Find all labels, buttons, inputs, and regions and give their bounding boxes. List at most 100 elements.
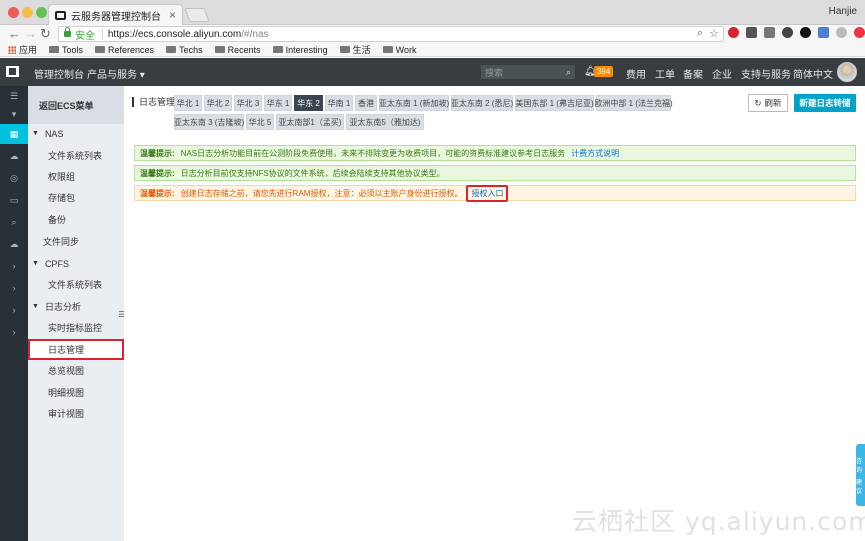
- back-arrow-icon[interactable]: ←: [8, 26, 21, 42]
- feedback-helper[interactable]: 咨询 建议: [856, 444, 865, 506]
- region-tab[interactable]: 华东 1: [264, 95, 292, 111]
- region-tab-active[interactable]: 华东 2: [294, 95, 323, 111]
- zoom-search-icon[interactable]: ⌕: [697, 27, 703, 40]
- new-tab-button[interactable]: [184, 8, 210, 22]
- nav-filing[interactable]: 备案: [683, 66, 703, 81]
- folder-icon: [272, 46, 283, 53]
- adblock-extension-icon[interactable]: [728, 27, 739, 38]
- rail-chevron-icon[interactable]: ›: [0, 278, 28, 298]
- create-log-dump-button[interactable]: 新建日志转储: [794, 94, 856, 112]
- console-logo-icon[interactable]: [6, 66, 19, 77]
- search-icon[interactable]: ⌕: [566, 67, 571, 78]
- bookmark-folder[interactable]: Interesting: [272, 45, 328, 55]
- extension-icon[interactable]: [746, 27, 757, 38]
- bookmark-folder[interactable]: Tools: [49, 45, 83, 55]
- console-search-input[interactable]: 搜索 ⌕: [481, 65, 575, 79]
- region-tab[interactable]: 华北 2: [204, 95, 232, 111]
- sidebar-item-permission-group[interactable]: 权限组: [28, 166, 124, 187]
- nav-support[interactable]: 支持与服务: [741, 66, 791, 81]
- sidebar-item-cpfs-fs-list[interactable]: 文件系统列表: [28, 274, 124, 295]
- bookmark-folder[interactable]: References: [95, 45, 154, 55]
- rail-search-icon[interactable]: ⌕: [0, 212, 28, 232]
- sidebar-item-nas[interactable]: ▼ NAS: [28, 123, 124, 144]
- caret-down-icon: ▼: [32, 130, 39, 137]
- tab-close-icon[interactable]: ×: [169, 8, 176, 22]
- browser-tab[interactable]: 云服务器管理控制台 ×: [48, 4, 183, 25]
- billing-link[interactable]: 计费方式说明: [571, 148, 619, 159]
- folder-icon: [382, 46, 393, 53]
- sidebar-item-audit-view[interactable]: 审计视图: [28, 403, 124, 424]
- extension-icon[interactable]: [854, 27, 865, 38]
- forward-arrow-icon[interactable]: →: [24, 26, 37, 42]
- nav-enterprise[interactable]: 企业: [712, 66, 732, 81]
- rail-chevron-icon[interactable]: ›: [0, 256, 28, 276]
- extension-icon[interactable]: [800, 27, 811, 38]
- reload-icon[interactable]: ↻: [40, 26, 51, 42]
- authorize-link[interactable]: 授权入口: [466, 184, 509, 202]
- lock-icon: [64, 27, 71, 37]
- sidebar-item-overview[interactable]: 总览视图: [28, 360, 124, 381]
- sidebar-item-storage-package[interactable]: 存储包: [28, 187, 124, 208]
- window-zoom-button[interactable]: [36, 7, 47, 18]
- url-input[interactable]: 安全 | https://ecs.console.aliyun.com /#/n…: [58, 26, 724, 42]
- region-tab[interactable]: 亚太东南 2 (悉尼): [451, 95, 513, 111]
- region-tab[interactable]: 亚太东南 3 (吉隆坡): [174, 114, 244, 130]
- rail-chevron-icon[interactable]: ›: [0, 322, 28, 342]
- nav-home[interactable]: 管理控制台: [34, 66, 84, 81]
- region-tab[interactable]: 亚太南部1（孟买): [276, 114, 344, 130]
- url-host: https://ecs.console.aliyun.com: [107, 28, 242, 40]
- region-tab[interactable]: 亚太东南5（雅加达): [346, 114, 424, 130]
- caret-down-icon: ▼: [32, 260, 39, 267]
- sidebar-item-detail-view[interactable]: 明细视图: [28, 382, 124, 403]
- refresh-button[interactable]: ↻ 刷新: [748, 94, 788, 112]
- region-tab[interactable]: 欧洲中部 1 (法兰克福): [594, 95, 673, 111]
- rail-network-icon[interactable]: ◎: [0, 168, 28, 188]
- bookmark-folder[interactable]: 生活: [339, 43, 371, 56]
- nav-products[interactable]: 产品与服务 ▾: [87, 66, 145, 81]
- bookmark-folder[interactable]: Recents: [214, 45, 261, 55]
- region-tab[interactable]: 华北 5: [246, 114, 274, 130]
- back-to-ecs-menu[interactable]: 返回ECS菜单: [28, 86, 124, 124]
- sidebar-item-cpfs[interactable]: ▼ CPFS: [28, 253, 124, 274]
- region-tab[interactable]: 华北 3: [234, 95, 262, 111]
- page-title: 日志管理: [132, 97, 175, 107]
- region-tab[interactable]: 美国东部 1 (弗吉尼亚): [515, 95, 594, 111]
- rail-grid-icon[interactable]: ▦: [0, 124, 28, 144]
- nav-fee[interactable]: 费用: [626, 66, 646, 81]
- window-minimize-button[interactable]: [22, 7, 33, 18]
- browser-tab-bar: 云服务器管理控制台 × Hanjie: [0, 0, 865, 25]
- browser-profile[interactable]: Hanjie: [829, 6, 857, 17]
- sidebar-item-backup[interactable]: 备份: [28, 209, 124, 230]
- avatar[interactable]: [837, 62, 857, 82]
- folder-icon: [214, 46, 225, 53]
- folder-icon: [95, 46, 106, 53]
- bookmark-folder[interactable]: Techs: [166, 45, 203, 55]
- rail-cloud-icon[interactable]: ☁: [0, 146, 28, 166]
- sidebar-item-log-management[interactable]: 日志管理: [28, 339, 124, 360]
- extension-icon[interactable]: [782, 27, 793, 38]
- region-tab[interactable]: 华南 1: [325, 95, 353, 111]
- sidebar-item-realtime-monitor[interactable]: 实时指标监控: [28, 317, 124, 338]
- region-tab[interactable]: 香港: [355, 95, 377, 111]
- nav-language[interactable]: 简体中文: [793, 66, 833, 81]
- translate-extension-icon[interactable]: [818, 27, 829, 38]
- sidebar-item-file-sync[interactable]: 文件同步: [28, 231, 124, 252]
- bookmark-apps[interactable]: 应用: [8, 43, 37, 56]
- rail-storage-icon[interactable]: ▭: [0, 190, 28, 210]
- region-tab[interactable]: 亚太东南 1 (新加坡): [379, 95, 449, 111]
- sidebar-item-log-analysis[interactable]: ▼ 日志分析: [28, 296, 124, 317]
- collapse-arrow-icon[interactable]: ▾: [0, 104, 28, 124]
- bookmark-star-icon[interactable]: ☆: [709, 27, 719, 40]
- folder-icon: [166, 46, 177, 53]
- region-tab[interactable]: 华北 1: [174, 95, 202, 111]
- rail-upload-icon[interactable]: ☁: [0, 234, 28, 254]
- window-close-button[interactable]: [8, 7, 19, 18]
- folder-icon: [49, 46, 60, 53]
- menu-toggle-icon[interactable]: ☰: [0, 86, 28, 106]
- extension-icon[interactable]: [764, 27, 775, 38]
- extension-icon[interactable]: [836, 27, 847, 38]
- nav-ticket[interactable]: 工单: [655, 66, 675, 81]
- sidebar-item-nas-fs-list[interactable]: 文件系统列表: [28, 145, 124, 166]
- rail-chevron-icon[interactable]: ›: [0, 300, 28, 320]
- bookmark-folder[interactable]: Work: [382, 45, 417, 55]
